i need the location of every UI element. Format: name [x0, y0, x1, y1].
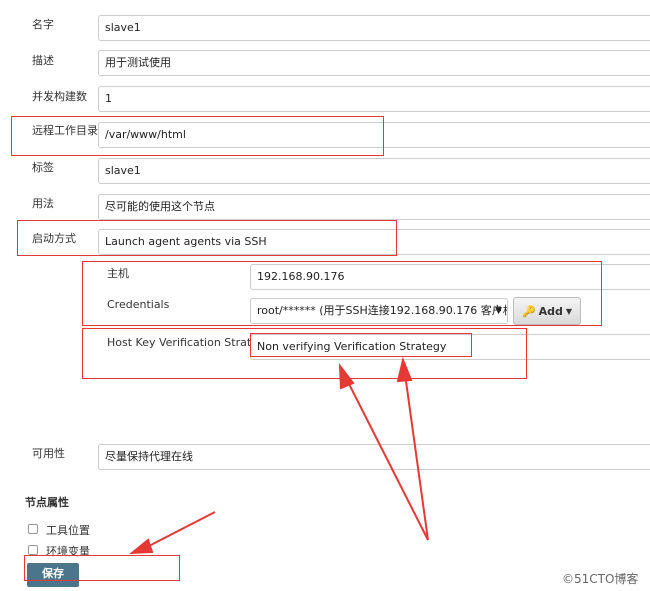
annotation-arrows: [128, 356, 429, 555]
arrow-line-save: [144, 511, 216, 549]
arrow-head-right-icon: [396, 356, 413, 383]
arrow-line-left: [345, 377, 429, 541]
arrow-head-save-icon: [128, 538, 154, 555]
watermark-text: ©51CTO博客: [562, 572, 639, 586]
arrow-head-left-icon: [338, 362, 355, 390]
